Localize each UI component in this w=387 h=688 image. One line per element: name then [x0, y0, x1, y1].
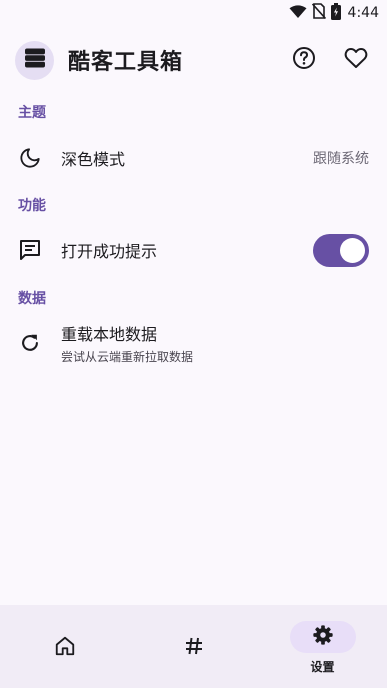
toggle-thumb: [340, 237, 365, 263]
success-prompt-text: 打开成功提示: [61, 238, 157, 262]
nav-tags[interactable]: [129, 605, 258, 688]
section-title-features: 功能: [18, 198, 46, 214]
dark-mode-value: 跟随系统: [313, 151, 369, 167]
dark-mode-label: 深色模式: [61, 150, 126, 169]
top-app-bar: 酷客工具箱: [15, 40, 375, 80]
app-screen: 4:44 酷客工具箱 主题 深色模式 跟随系统 功能 打开成功提示 数据 重载本…: [0, 0, 387, 688]
nav-settings-indicator: [289, 620, 356, 653]
header-actions: [285, 41, 375, 79]
status-bar: 4:44: [0, 0, 387, 26]
nav-home-indicator: [32, 632, 98, 664]
favorite-button[interactable]: [337, 41, 375, 79]
heart-icon: [344, 47, 368, 73]
dark-mode-setting[interactable]: 深色模式 跟随系统: [0, 134, 387, 182]
reload-data-setting[interactable]: 重载本地数据 尝试从云端重新拉取数据: [0, 318, 387, 368]
help-button[interactable]: [285, 41, 323, 79]
no-sim-icon: [311, 3, 326, 23]
status-icons: 4:44: [289, 2, 379, 24]
help-icon: [292, 46, 316, 74]
reload-data-label: 重载本地数据: [61, 325, 158, 344]
dark-mode-text: 深色模式: [61, 146, 125, 170]
wifi-icon: [289, 4, 307, 23]
clock-time: 4:44: [347, 5, 379, 21]
nav-settings[interactable]: 设置: [258, 605, 387, 688]
app-logo: [15, 40, 54, 80]
section-title-data: 数据: [18, 291, 46, 307]
success-prompt-toggle[interactable]: [313, 233, 369, 267]
app-title: 酷客工具箱: [68, 50, 184, 75]
moon-icon: [18, 146, 42, 170]
reload-data-text: 重载本地数据 尝试从云端重新拉取数据: [61, 321, 193, 365]
stack-icon: [24, 48, 46, 72]
nav-settings-label: 设置: [310, 659, 335, 674]
home-icon: [54, 635, 76, 661]
nav-home[interactable]: [0, 605, 129, 688]
hash-icon: [184, 636, 204, 660]
refresh-icon: [18, 331, 42, 355]
section-title-theme: 主题: [18, 105, 46, 121]
success-prompt-setting[interactable]: 打开成功提示: [0, 226, 387, 274]
message-icon: [18, 238, 42, 262]
reload-data-subtitle: 尝试从云端重新拉取数据: [61, 350, 194, 364]
nav-tags-indicator: [161, 632, 227, 664]
success-prompt-label: 打开成功提示: [61, 242, 158, 261]
settings-icon: [312, 624, 334, 650]
battery-icon: [330, 2, 341, 24]
bottom-navigation: 设置: [0, 605, 387, 688]
